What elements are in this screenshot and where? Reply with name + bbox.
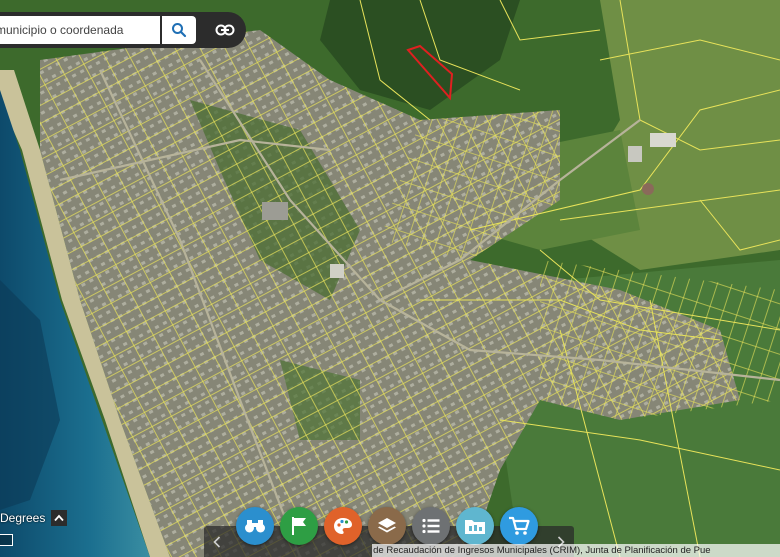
cart-tool-button[interactable] xyxy=(500,507,538,545)
chevron-up-icon xyxy=(54,514,65,522)
map-attribution: Centro de Recaudación de Ingresos Munici… xyxy=(372,544,780,557)
map-canvas[interactable] xyxy=(0,0,780,557)
scale-bar xyxy=(0,534,13,546)
building xyxy=(650,133,676,147)
layers-icon xyxy=(378,518,396,533)
building xyxy=(262,202,288,220)
attribution-text: Centro de Recaudación de Ingresos Munici… xyxy=(372,545,711,556)
list-icon xyxy=(422,518,440,534)
coordinate-format-toggle[interactable] xyxy=(51,510,68,526)
chevron-left-icon xyxy=(213,536,221,548)
layers-tool-button[interactable] xyxy=(368,507,406,545)
search-bar xyxy=(0,12,246,48)
style-tool-button[interactable] xyxy=(324,507,362,545)
binoculars-icon xyxy=(245,520,265,533)
explore-tool-button[interactable] xyxy=(236,507,274,545)
building xyxy=(330,264,344,278)
bookmark-tool-button[interactable] xyxy=(280,507,318,545)
coordinate-format: Degrees xyxy=(0,508,68,528)
search-icon xyxy=(172,23,187,38)
documents-tool-button[interactable] xyxy=(456,507,494,545)
search-input[interactable] xyxy=(0,16,160,44)
folder-icon xyxy=(465,520,485,534)
cart-icon xyxy=(509,516,530,535)
legend-tool-button[interactable] xyxy=(412,507,450,545)
palette-icon xyxy=(334,518,352,534)
link-icon xyxy=(215,24,235,36)
coordinate-format-label: Degrees xyxy=(0,511,46,525)
share-link-button[interactable] xyxy=(210,19,240,41)
toolbar-prev-button[interactable] xyxy=(208,532,226,552)
pond xyxy=(642,183,654,195)
search-button[interactable] xyxy=(162,16,196,44)
flag-icon xyxy=(292,517,306,535)
building xyxy=(628,146,642,162)
